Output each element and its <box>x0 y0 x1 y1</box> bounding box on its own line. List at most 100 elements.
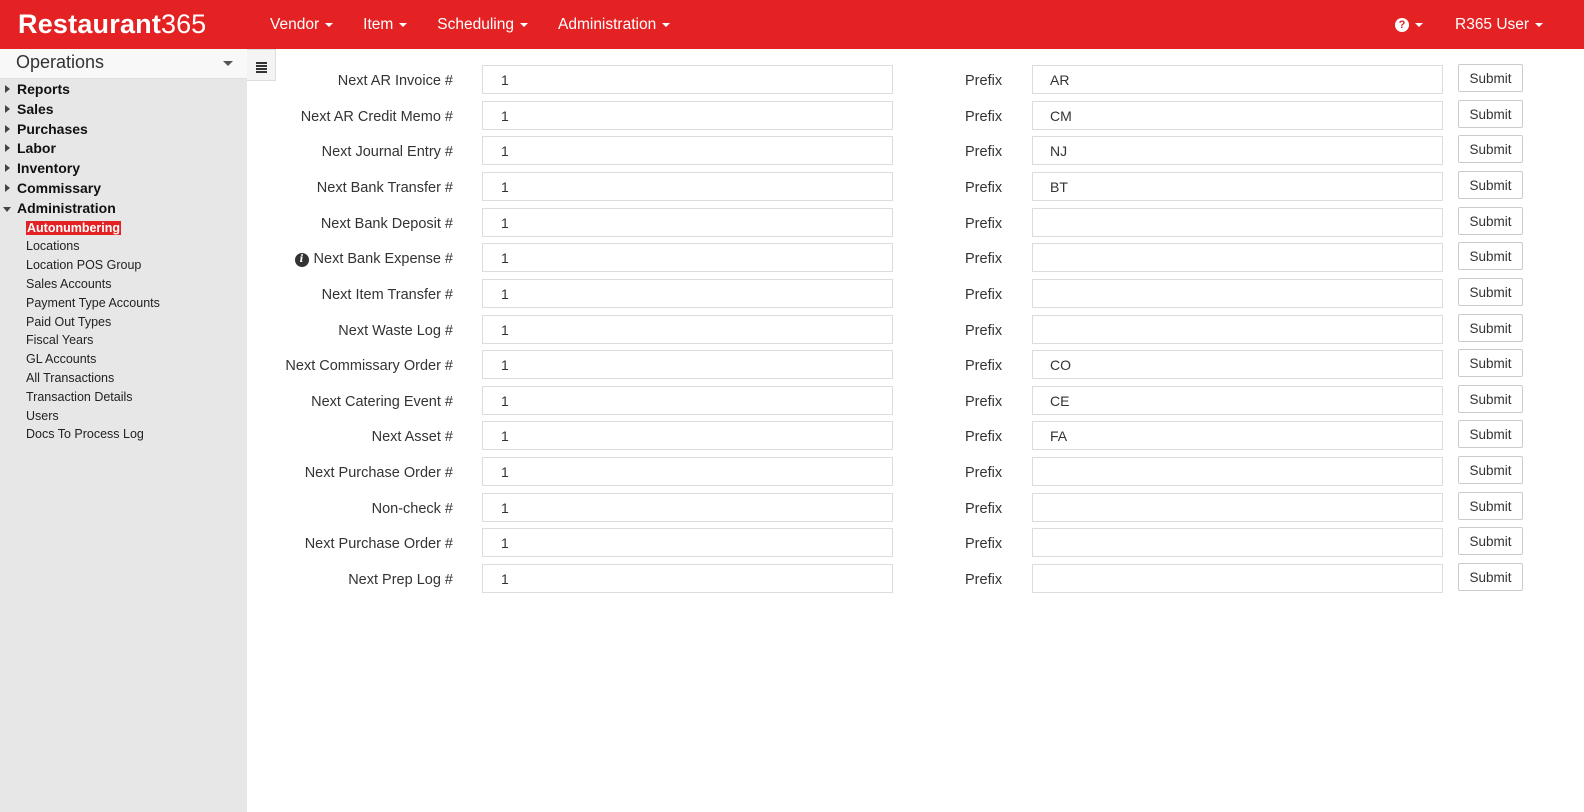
prefix-input[interactable] <box>1032 101 1443 130</box>
row-label-text: Next Purchase Order # <box>304 465 453 481</box>
nav-item-menu[interactable]: Item <box>363 0 408 49</box>
autonumber-row: i Next Bank Expense # Prefix Submit <box>247 242 1584 273</box>
next-number-input[interactable] <box>482 172 893 201</box>
sidebar-item-locations[interactable]: Locations <box>26 237 247 256</box>
caret-down-icon <box>325 22 334 27</box>
autonumber-row: Next Purchase Order # Prefix Submit <box>247 527 1584 558</box>
submit-button[interactable]: Submit <box>1458 242 1523 270</box>
caret-down-icon <box>520 22 528 27</box>
prefix-input[interactable] <box>1032 386 1443 415</box>
sidebar-group-sales[interactable]: Sales <box>0 100 247 120</box>
next-number-input[interactable] <box>482 386 893 415</box>
sidebar-group-label: Commissary <box>17 179 102 196</box>
administration-subtree: Autonumbering Locations Location POS Gro… <box>0 219 247 445</box>
sidebar-item-transaction-details[interactable]: Transaction Details <box>26 388 247 407</box>
sidebar-item-paid-out-types[interactable]: Paid Out Types <box>26 313 247 332</box>
prefix-input[interactable] <box>1032 457 1443 486</box>
help-menu[interactable]: ? <box>1395 0 1423 49</box>
row-label: Next AR Credit Memo # <box>247 109 453 125</box>
info-icon[interactable]: i <box>294 253 309 267</box>
submit-button[interactable]: Submit <box>1458 171 1523 199</box>
submit-button[interactable]: Submit <box>1458 100 1523 128</box>
prefix-input[interactable] <box>1032 65 1443 94</box>
row-label-text: Next Prep Log # <box>348 572 453 588</box>
row-label-text: Next Bank Expense # <box>313 251 453 267</box>
prefix-input[interactable] <box>1032 564 1443 593</box>
module-selector[interactable]: Operations <box>0 49 247 79</box>
next-number-input[interactable] <box>482 350 893 379</box>
nav-vendor-menu[interactable]: Vendor <box>270 0 334 49</box>
prefix-input[interactable] <box>1032 208 1443 237</box>
prefix-input[interactable] <box>1032 243 1443 272</box>
prefix-label: Prefix <box>965 287 1003 303</box>
prefix-input[interactable] <box>1032 421 1443 450</box>
submit-button[interactable]: Submit <box>1458 456 1523 484</box>
prefix-input[interactable] <box>1032 528 1443 557</box>
app-logo[interactable]: Restaurant365 <box>18 7 206 41</box>
sidebar-item-gl-accounts[interactable]: GL Accounts <box>26 350 247 369</box>
submit-button[interactable]: Submit <box>1458 527 1523 555</box>
next-number-input[interactable] <box>482 279 893 308</box>
sidebar-group-commissary[interactable]: Commissary <box>0 179 247 199</box>
autonumber-row: Non-check # Prefix Submit <box>247 492 1584 523</box>
sidebar-item-location-pos-group[interactable]: Location POS Group <box>26 256 247 275</box>
submit-button[interactable]: Submit <box>1458 385 1523 413</box>
sidebar-item-all-transactions[interactable]: All Transactions <box>26 369 247 388</box>
sidebar-group-inventory[interactable]: Inventory <box>0 159 247 179</box>
sidebar-item-sales-accounts[interactable]: Sales Accounts <box>26 275 247 294</box>
sidebar-item-docs-to-process-log[interactable]: Docs To Process Log <box>26 425 247 444</box>
submit-button[interactable]: Submit <box>1458 135 1523 163</box>
sidebar-group-labor[interactable]: Labor <box>0 139 247 159</box>
nav-administration-menu[interactable]: Administration <box>558 0 671 49</box>
autonumber-row: Next Prep Log # Prefix Submit <box>247 563 1584 594</box>
prefix-input[interactable] <box>1032 350 1443 379</box>
prefix-label: Prefix <box>965 180 1003 196</box>
expand-arrow-icon <box>5 144 10 153</box>
row-label-text: Next Item Transfer # <box>321 287 453 303</box>
nav-item-label: Vendor <box>270 16 320 33</box>
sidebar-group-reports[interactable]: Reports <box>0 80 247 100</box>
sidebar-item-label: Transaction Details <box>26 389 133 404</box>
submit-button[interactable]: Submit <box>1458 278 1523 306</box>
next-number-input[interactable] <box>482 65 893 94</box>
next-number-input[interactable] <box>482 564 893 593</box>
nav-scheduling-menu[interactable]: Scheduling <box>437 0 528 49</box>
sidebar-group-administration[interactable]: Administration <box>0 199 247 219</box>
prefix-input[interactable] <box>1032 315 1443 344</box>
next-number-input[interactable] <box>482 101 893 130</box>
submit-button[interactable]: Submit <box>1458 314 1523 342</box>
prefix-input[interactable] <box>1032 279 1443 308</box>
prefix-input[interactable] <box>1032 172 1443 201</box>
sidebar-item-autonumbering[interactable]: Autonumbering <box>26 219 247 238</box>
sidebar-item-fiscal-years[interactable]: Fiscal Years <box>26 331 247 350</box>
sidebar-group-purchases[interactable]: Purchases <box>0 120 247 140</box>
sidebar-item-payment-type-accounts[interactable]: Payment Type Accounts <box>26 294 247 313</box>
row-label: Next Purchase Order # <box>247 536 453 552</box>
submit-button[interactable]: Submit <box>1458 420 1523 448</box>
submit-button[interactable]: Submit <box>1458 64 1523 92</box>
next-number-input[interactable] <box>482 493 893 522</box>
next-number-input[interactable] <box>482 315 893 344</box>
next-number-input[interactable] <box>482 208 893 237</box>
logo-text-thin: 365 <box>161 9 207 39</box>
submit-button[interactable]: Submit <box>1458 492 1523 520</box>
user-menu[interactable]: R365 User <box>1455 0 1544 49</box>
submit-button[interactable]: Submit <box>1458 563 1523 591</box>
row-label-text: Next Commissary Order # <box>285 358 453 374</box>
next-number-input[interactable] <box>482 136 893 165</box>
autonumber-row: Next Bank Deposit # Prefix Submit <box>247 207 1584 238</box>
prefix-input[interactable] <box>1032 493 1443 522</box>
sidebar-item-label: GL Accounts <box>26 352 97 367</box>
submit-button[interactable]: Submit <box>1458 349 1523 377</box>
prefix-input[interactable] <box>1032 136 1443 165</box>
next-number-input[interactable] <box>482 528 893 557</box>
next-number-input[interactable] <box>482 421 893 450</box>
submit-button[interactable]: Submit <box>1458 207 1523 235</box>
sidebar-item-users[interactable]: Users <box>26 407 247 426</box>
expand-arrow-icon <box>5 183 10 192</box>
logo-text-bold: Restaurant <box>18 9 162 39</box>
autonumber-row: Next Waste Log # Prefix Submit <box>247 314 1584 345</box>
next-number-input[interactable] <box>482 243 893 272</box>
next-number-input[interactable] <box>482 457 893 486</box>
prefix-label: Prefix <box>965 501 1003 517</box>
